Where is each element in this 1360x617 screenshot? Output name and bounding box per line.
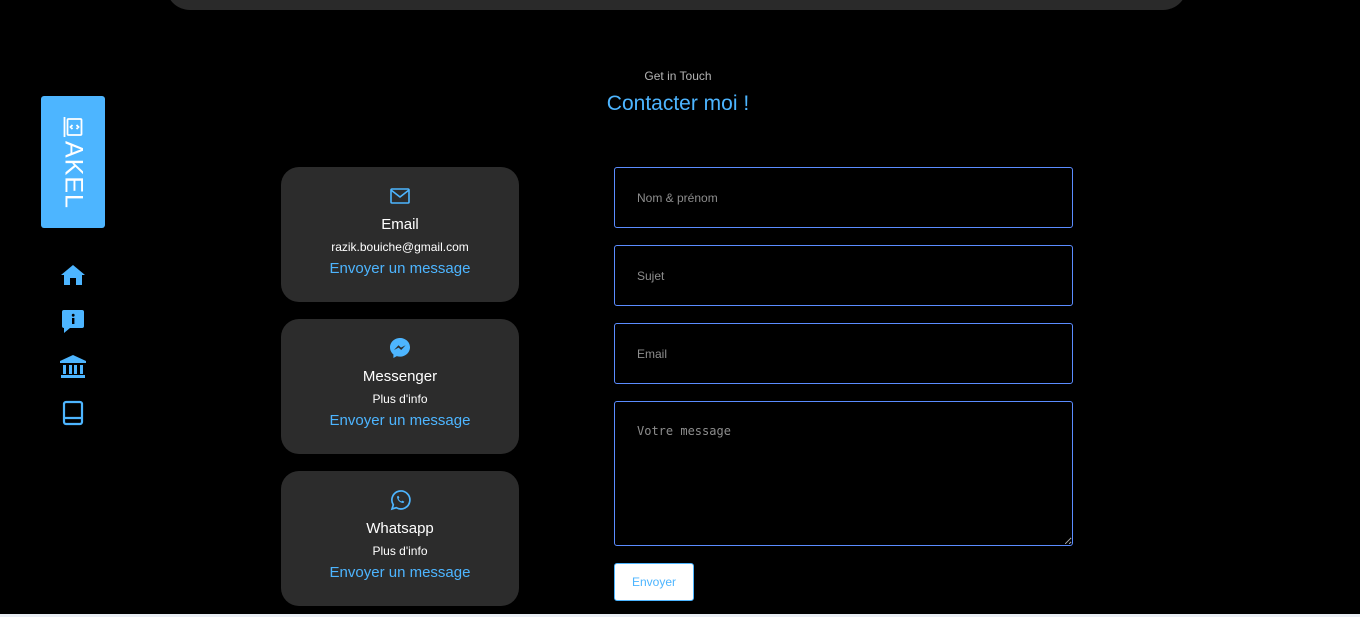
contact-card-email: Email razik.bouiche@gmail.com Envoyer un…	[281, 167, 519, 302]
contact-form: Envoyer	[614, 167, 1073, 601]
section-title: Contacter moi !	[606, 92, 750, 115]
name-input[interactable]	[614, 167, 1073, 228]
bank-icon	[60, 355, 86, 378]
mail-icon	[390, 188, 410, 204]
nav-experience[interactable]	[58, 352, 88, 382]
contact-options: Email razik.bouiche@gmail.com Envoyer un…	[281, 167, 519, 617]
logo-text: AKEL	[59, 141, 88, 209]
logo-mark-icon	[64, 117, 83, 138]
card-detail: Plus d'info	[372, 544, 428, 558]
info-icon	[62, 310, 84, 333]
nav-home[interactable]	[58, 260, 88, 290]
logo-content: AKEL	[59, 115, 88, 209]
top-section-bottom	[166, 0, 1187, 10]
card-title: Email	[381, 216, 419, 233]
message-textarea[interactable]	[614, 401, 1073, 546]
send-whatsapp-link[interactable]: Envoyer un message	[330, 564, 471, 581]
card-detail: Plus d'info	[372, 392, 428, 406]
contact-card-whatsapp: Whatsapp Plus d'info Envoyer un message	[281, 471, 519, 606]
card-title: Messenger	[362, 368, 438, 385]
email-input[interactable]	[614, 323, 1073, 384]
nav-portfolio[interactable]	[58, 398, 88, 428]
contact-header: Get in Touch Contacter moi !	[0, 69, 1356, 116]
send-messenger-link[interactable]: Envoyer un message	[330, 412, 471, 429]
sidebar-nav	[41, 260, 105, 444]
contact-card-messenger: Messenger Plus d'info Envoyer un message	[281, 319, 519, 454]
nav-about[interactable]	[58, 306, 88, 336]
submit-button[interactable]: Envoyer	[614, 563, 694, 601]
page: AKEL Get in Touch Contacter moi ! Email …	[0, 0, 1360, 617]
section-subtitle: Get in Touch	[644, 69, 712, 83]
send-email-link[interactable]: Envoyer un message	[330, 260, 471, 277]
sidebar: AKEL	[41, 96, 105, 444]
card-detail: razik.bouiche@gmail.com	[331, 240, 469, 254]
home-icon	[61, 265, 85, 285]
book-icon	[62, 400, 84, 426]
subject-input[interactable]	[614, 245, 1073, 306]
messenger-icon	[390, 338, 410, 358]
card-title: Whatsapp	[366, 520, 434, 537]
whatsapp-icon	[390, 490, 411, 511]
